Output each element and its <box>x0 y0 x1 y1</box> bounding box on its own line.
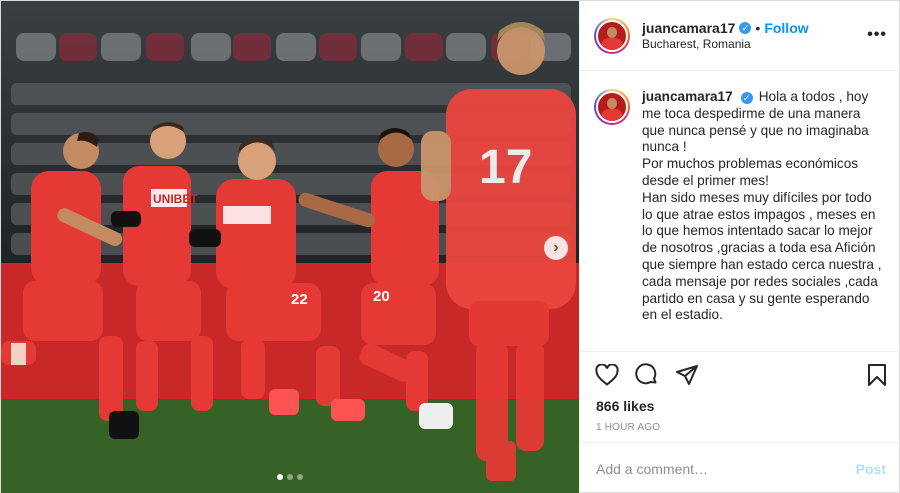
celebration-photo: UNIBET 22 20 17 <box>1 1 579 493</box>
comment-icon[interactable] <box>634 362 660 388</box>
carousel-indicator <box>277 474 303 480</box>
chevron-right-icon: › <box>553 239 559 256</box>
action-bar <box>580 352 900 398</box>
caption-text: Hola a todos , hoy me toca despedirme de… <box>642 89 882 323</box>
post-comment-button[interactable]: Post <box>856 461 886 477</box>
photo-number-20: 20 <box>373 288 390 305</box>
separator: • <box>755 19 761 36</box>
photo-unibet-text: UNIBET <box>153 192 198 206</box>
post-header: juancamara17 ✓ • Follow Bucharest, Roman… <box>580 1 900 71</box>
post-timestamp[interactable]: 1 HOUR AGO <box>580 422 900 433</box>
follow-button[interactable]: Follow <box>764 20 808 36</box>
heart-icon[interactable] <box>594 362 620 388</box>
share-icon[interactable] <box>674 362 700 388</box>
post-photo[interactable]: UNIBET 22 20 17 › <box>1 1 579 493</box>
carousel-dot <box>297 474 303 480</box>
next-photo-button[interactable]: › <box>544 236 568 260</box>
caption-username[interactable]: juancamara17 <box>642 89 733 104</box>
username[interactable]: juancamara17 <box>642 20 735 36</box>
comment-box: Post <box>580 442 900 493</box>
comment-input[interactable] <box>596 460 856 477</box>
carousel-dot <box>277 474 283 480</box>
likes-count[interactable]: 866 likes <box>580 398 900 414</box>
bookmark-icon[interactable] <box>864 362 890 388</box>
avatar[interactable] <box>594 17 630 54</box>
carousel-dot <box>287 474 293 480</box>
photo-number-22: 22 <box>291 291 308 308</box>
caption: juancamara17 ✓ Hola a todos , hoy me toca … <box>580 71 900 351</box>
more-dots-icon[interactable]: ••• <box>867 26 887 44</box>
location-link[interactable]: Bucharest, Romania <box>642 36 809 52</box>
verified-badge-icon: ✓ <box>740 92 753 105</box>
instagram-post: UNIBET 22 20 17 › juancamara17 ✓ • Follo… <box>0 0 900 493</box>
verified-badge-icon: ✓ <box>739 21 752 34</box>
caption-avatar[interactable] <box>594 89 630 125</box>
post-side-panel: juancamara17 ✓ • Follow Bucharest, Roman… <box>579 1 900 493</box>
photo-number-17: 17 <box>479 141 532 194</box>
actions-section: 866 likes 1 HOUR AGO <box>580 351 900 433</box>
